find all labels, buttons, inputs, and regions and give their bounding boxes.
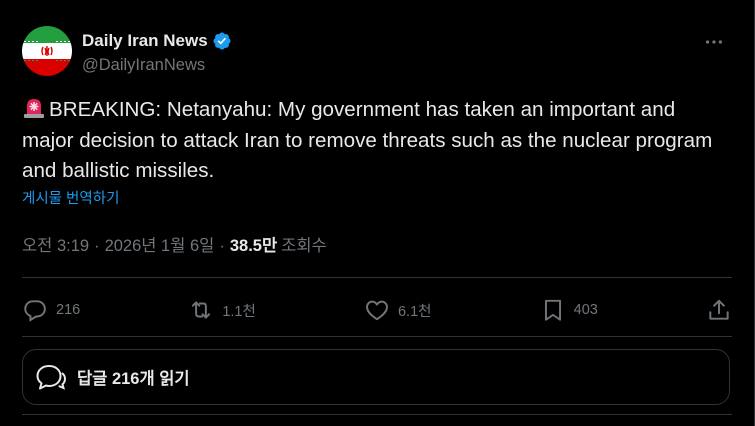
repost-icon (192, 301, 211, 319)
bookmark-button[interactable]: 403 (540, 292, 598, 328)
display-name-row: Daily Iran News (82, 30, 232, 52)
like-count: 6.1천 (397, 303, 432, 320)
verified-badge-icon[interactable] (212, 31, 232, 51)
reply-button[interactable]: 216 (22, 292, 80, 328)
avatar[interactable] (22, 26, 72, 76)
heart-icon (366, 300, 388, 321)
bookmark-count: 403 (573, 302, 598, 318)
bookmark-icon (544, 299, 561, 321)
post-text-content: BREAKING: Netanyahu: My government has t… (22, 98, 713, 182)
divider-bottom (22, 336, 732, 337)
meta-separator: · (219, 237, 225, 255)
author-names: Daily Iran News @DailyIranNews (82, 30, 232, 76)
reply-icon (24, 300, 46, 322)
more-horizontal-icon (705, 40, 723, 44)
translate-post-link[interactable]: 게시물 번역하기 (22, 189, 119, 209)
post-meta: 오전 3:19 · 2026년 1월 6일 · 38.5만 조회수 (22, 235, 327, 257)
share-button[interactable] (706, 292, 732, 328)
post-date[interactable]: 2026년 1월 6일 (105, 235, 215, 257)
action-bar: 216 1.1천 6.1천 403 (22, 292, 732, 328)
bottom-divider (22, 414, 732, 415)
views-label: 조회수 (281, 237, 327, 255)
read-replies-button[interactable]: 답글 216개 읽기 (22, 349, 730, 405)
author-display-name[interactable]: Daily Iran News (82, 30, 208, 52)
post-text: BREAKING: Netanyahu: My government has t… (22, 95, 722, 187)
more-options-button[interactable] (700, 32, 728, 52)
author-handle[interactable]: @DailyIranNews (82, 54, 232, 76)
read-replies-label: 답글 216개 읽기 (77, 370, 190, 388)
post-header: Daily Iran News @DailyIranNews (22, 26, 732, 82)
repost-button[interactable]: 1.1천 (188, 292, 256, 328)
divider-top (22, 277, 732, 278)
post-detail: Daily Iran News @DailyIranNews BREAKING:… (0, 0, 755, 426)
like-button[interactable]: 6.1천 (364, 292, 432, 328)
share-icon (709, 299, 729, 320)
reply-count: 216 (56, 302, 81, 318)
post-time[interactable]: 오전 3:19 (22, 235, 89, 257)
views-count: 38.5만 (229, 237, 278, 255)
iran-flag-icon (22, 26, 72, 76)
chat-bubble-icon (36, 365, 67, 390)
rotating-light-icon (24, 99, 44, 118)
meta-separator: · (94, 237, 100, 255)
repost-count: 1.1천 (222, 303, 256, 320)
